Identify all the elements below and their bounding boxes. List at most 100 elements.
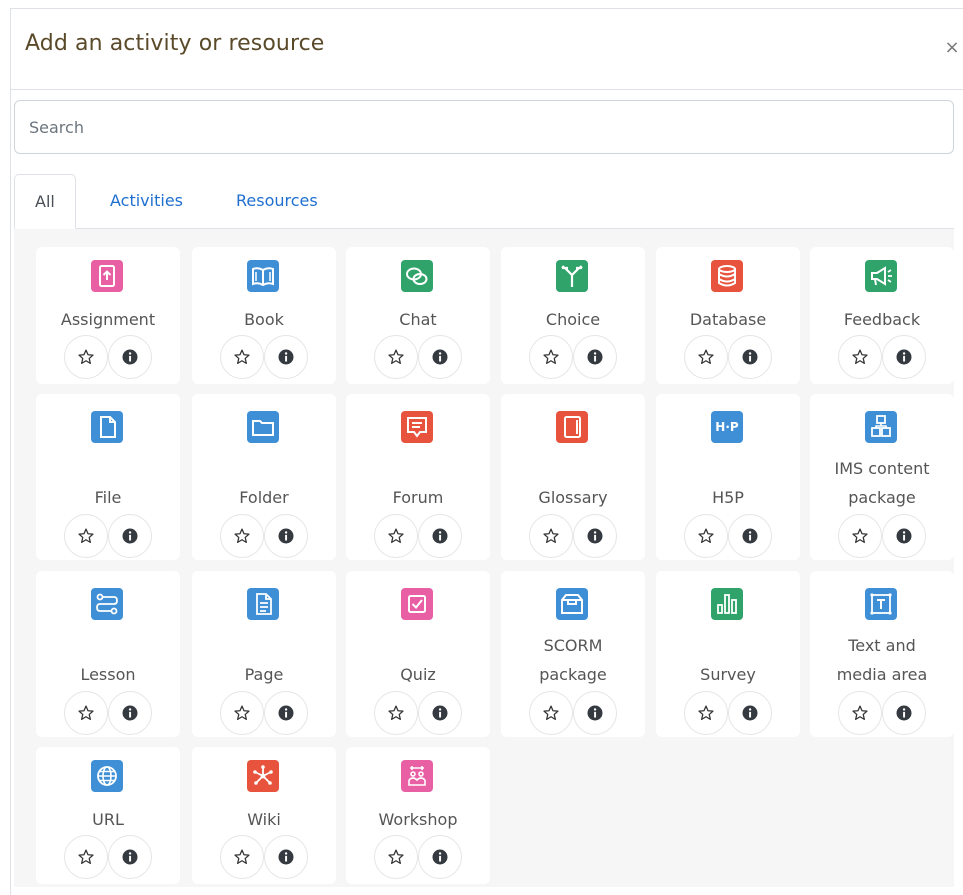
tab-all[interactable]: All <box>14 174 76 229</box>
scorm-icon <box>556 588 588 620</box>
star-button[interactable] <box>684 335 728 379</box>
info-button[interactable] <box>882 514 926 558</box>
info-button[interactable] <box>108 514 152 558</box>
module-actions <box>217 691 311 735</box>
star-button[interactable] <box>838 514 882 558</box>
choice-icon <box>556 260 588 292</box>
module-card-h5p[interactable]: H·P H5P <box>656 394 800 560</box>
module-actions <box>61 335 155 379</box>
star-button[interactable] <box>374 835 418 879</box>
info-button[interactable] <box>264 335 308 379</box>
info-icon <box>741 527 759 545</box>
module-card-glossary[interactable]: Glossary <box>501 394 645 560</box>
star-button[interactable] <box>529 335 573 379</box>
star-icon <box>387 848 405 866</box>
info-button[interactable] <box>728 514 772 558</box>
lesson-icon <box>91 588 123 620</box>
star-button[interactable] <box>684 514 728 558</box>
module-name-line2: media area <box>836 665 928 684</box>
info-button[interactable] <box>418 835 462 879</box>
info-button[interactable] <box>573 691 617 735</box>
module-card-text-and-media-area[interactable]: Text and media area <box>810 571 954 737</box>
module-actions <box>835 514 929 558</box>
module-card-feedback[interactable]: Feedback <box>810 247 954 384</box>
star-button[interactable] <box>64 835 108 879</box>
star-button[interactable] <box>374 335 418 379</box>
module-name-line2: package <box>539 665 607 684</box>
info-button[interactable] <box>264 514 308 558</box>
module-name: Glossary <box>538 488 608 507</box>
info-button[interactable] <box>882 691 926 735</box>
module-name: Book <box>244 310 284 329</box>
tab-activities[interactable]: Activities <box>90 174 203 228</box>
star-icon <box>542 704 560 722</box>
module-card-survey[interactable]: Survey <box>656 571 800 737</box>
info-button[interactable] <box>108 835 152 879</box>
info-button[interactable] <box>264 835 308 879</box>
star-button[interactable] <box>220 335 264 379</box>
module-card-database[interactable]: Database <box>656 247 800 384</box>
info-button[interactable] <box>108 335 152 379</box>
info-button[interactable] <box>418 691 462 735</box>
module-card-quiz[interactable]: Quiz <box>346 571 490 737</box>
module-card-file[interactable]: File <box>36 394 180 560</box>
module-card-ims-content-package[interactable]: IMS content package <box>810 394 954 560</box>
module-actions <box>371 514 465 558</box>
info-icon <box>895 704 913 722</box>
star-button[interactable] <box>838 691 882 735</box>
star-button[interactable] <box>64 691 108 735</box>
folder-icon <box>247 411 279 443</box>
module-name-line2: package <box>848 488 916 507</box>
module-card-book[interactable]: Book <box>192 247 336 384</box>
star-icon <box>387 704 405 722</box>
chat-icon <box>401 260 433 292</box>
info-button[interactable] <box>728 691 772 735</box>
module-name: File <box>94 488 122 507</box>
star-button[interactable] <box>220 514 264 558</box>
star-button[interactable] <box>64 514 108 558</box>
star-button[interactable] <box>529 514 573 558</box>
search-container <box>14 100 954 154</box>
star-button[interactable] <box>220 691 264 735</box>
module-card-workshop[interactable]: Workshop <box>346 747 490 884</box>
module-name: Assignment <box>60 310 156 329</box>
close-button[interactable]: × <box>941 37 963 59</box>
info-button[interactable] <box>418 514 462 558</box>
file-icon <box>91 411 123 443</box>
module-name: Wiki <box>247 810 281 829</box>
module-card-folder[interactable]: Folder <box>192 394 336 560</box>
module-card-choice[interactable]: Choice <box>501 247 645 384</box>
star-button[interactable] <box>374 514 418 558</box>
info-button[interactable] <box>573 335 617 379</box>
info-button[interactable] <box>728 335 772 379</box>
info-button[interactable] <box>264 691 308 735</box>
module-card-page[interactable]: Page <box>192 571 336 737</box>
module-name: Folder <box>239 488 289 507</box>
star-button[interactable] <box>64 335 108 379</box>
star-button[interactable] <box>220 835 264 879</box>
info-icon <box>741 704 759 722</box>
module-card-assignment[interactable]: Assignment <box>36 247 180 384</box>
module-actions <box>681 514 775 558</box>
module-card-url[interactable]: URL <box>36 747 180 884</box>
info-button[interactable] <box>573 514 617 558</box>
star-button[interactable] <box>838 335 882 379</box>
module-card-chat[interactable]: Chat <box>346 247 490 384</box>
info-icon <box>895 348 913 366</box>
star-button[interactable] <box>529 691 573 735</box>
info-button[interactable] <box>108 691 152 735</box>
star-button[interactable] <box>374 691 418 735</box>
info-button[interactable] <box>418 335 462 379</box>
tab-resources[interactable]: Resources <box>216 174 338 228</box>
module-name: H5P <box>712 488 744 507</box>
module-card-wiki[interactable]: Wiki <box>192 747 336 884</box>
module-card-scorm-package[interactable]: SCORM package <box>501 571 645 737</box>
star-icon <box>233 348 251 366</box>
search-input[interactable] <box>14 100 954 154</box>
module-card-lesson[interactable]: Lesson <box>36 571 180 737</box>
star-button[interactable] <box>684 691 728 735</box>
module-card-forum[interactable]: Forum <box>346 394 490 560</box>
info-icon <box>586 527 604 545</box>
info-button[interactable] <box>882 335 926 379</box>
module-actions <box>835 335 929 379</box>
